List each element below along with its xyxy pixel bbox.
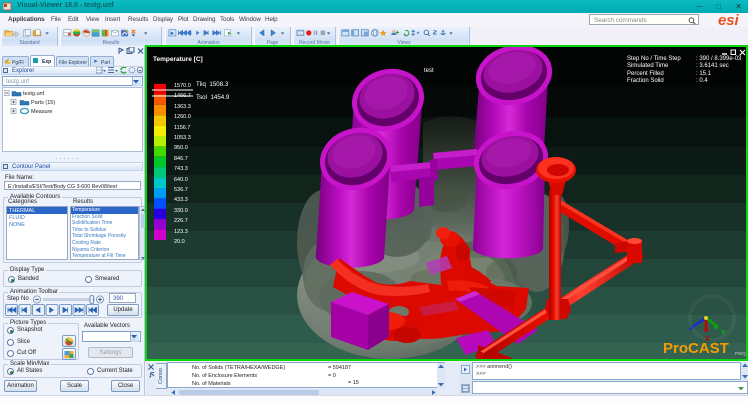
svg-text:PWQ: PWQ	[735, 351, 746, 356]
svg-text:ProCAST: ProCAST	[663, 340, 729, 357]
svg-text:Y: Y	[721, 330, 726, 337]
